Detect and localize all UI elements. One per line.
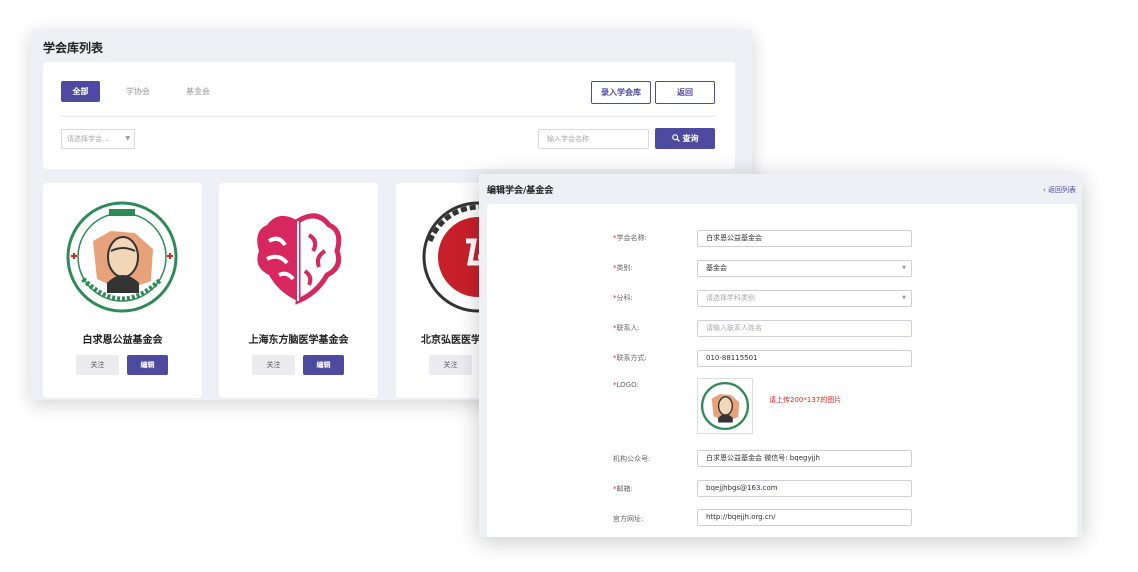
search-input[interactable]: 输入学会名称 — [538, 129, 649, 149]
society-card: 白求恩公益基金会 关注 编辑 — [43, 183, 202, 398]
name-label: *学会名称: — [613, 234, 647, 242]
edit-button[interactable]: 编辑 — [303, 355, 344, 375]
logo-size-hint: 请上传200*137的图片 — [769, 396, 842, 404]
contact-label: *联系人: — [613, 324, 640, 332]
divider — [61, 116, 715, 117]
chevron-down-icon: ▼ — [902, 295, 906, 301]
edit-form: *学会名称: 白求恩公益基金会 *类别: 基金会 ▼ *分科: 请选择学科类别 … — [487, 204, 1077, 537]
bethune-foundation-logo — [66, 201, 178, 313]
logo-upload[interactable] — [697, 378, 753, 434]
back-button[interactable]: 返回 — [655, 81, 715, 104]
email-label: *邮箱: — [613, 485, 633, 493]
search-icon — [671, 134, 680, 142]
follow-button[interactable]: 关注 — [76, 355, 119, 375]
search-button[interactable]: 查询 — [655, 128, 715, 149]
name-field[interactable]: 白求恩公益基金会 — [697, 230, 912, 247]
society-card: 上海东方脑医学基金会 关注 编辑 — [219, 183, 378, 398]
society-name: 上海东方脑医学基金会 — [248, 335, 349, 346]
tab-all[interactable]: 全部 — [61, 81, 100, 102]
edit-button[interactable]: 编辑 — [127, 355, 168, 375]
contact-field[interactable]: 请输入联系人姓名 — [697, 320, 912, 337]
back-to-list-link[interactable]: ‹ 返回列表 — [1043, 185, 1076, 195]
tab-foundations[interactable]: 基金会 — [178, 81, 218, 102]
category-label: *分科: — [613, 294, 633, 302]
bethune-foundation-logo — [700, 381, 750, 431]
logo-label: *LOGO: — [613, 381, 639, 389]
page-title: 编辑学会/基金会 — [487, 186, 554, 196]
phone-field[interactable]: 010-88115501 — [697, 350, 912, 367]
type-select-value: 基金会 — [706, 264, 727, 272]
category-select-placeholder: 请选择学会... — [67, 135, 109, 143]
society-name: 北京弘医医学 — [421, 335, 481, 346]
category-select-placeholder: 请选择学科类别 — [706, 294, 755, 302]
search-button-label: 查询 — [682, 134, 699, 143]
email-field[interactable]: bqejjhbgs@163.com — [697, 480, 912, 497]
wechat-label: 机构公众号: — [613, 455, 651, 463]
type-select[interactable]: 基金会 ▼ — [697, 260, 912, 277]
follow-button[interactable]: 关注 — [252, 355, 295, 375]
edit-society-window: 编辑学会/基金会 ‹ 返回列表 *学会名称: 白求恩公益基金会 *类别: 基金会… — [479, 174, 1082, 537]
brain-logo — [257, 213, 342, 305]
filter-panel: 全部 学协会 基金会 录入学会库 返回 请选择学会... ▼ 输入学会名称 查询 — [43, 62, 735, 169]
wechat-field[interactable]: 白求恩公益基金会 微信号: bqegyjjh — [697, 450, 912, 467]
category-select[interactable]: 请选择学会... ▼ — [61, 129, 135, 149]
type-label: *类别: — [613, 264, 633, 272]
page-title: 学会库列表 — [43, 41, 104, 55]
enter-society-button[interactable]: 录入学会库 — [591, 81, 651, 104]
phone-label: *联系方式: — [613, 354, 647, 362]
category-select[interactable]: 请选择学科类别 ▼ — [697, 290, 912, 307]
chevron-down-icon: ▼ — [125, 135, 130, 142]
society-name: 白求恩公益基金会 — [82, 335, 163, 346]
website-field[interactable]: http://bqejjh.org.cn/ — [697, 509, 912, 526]
chevron-down-icon: ▼ — [902, 265, 906, 271]
follow-button[interactable]: 关注 — [429, 355, 472, 375]
website-label: 官方网址: — [613, 515, 644, 523]
tab-associations[interactable]: 学协会 — [118, 81, 158, 102]
